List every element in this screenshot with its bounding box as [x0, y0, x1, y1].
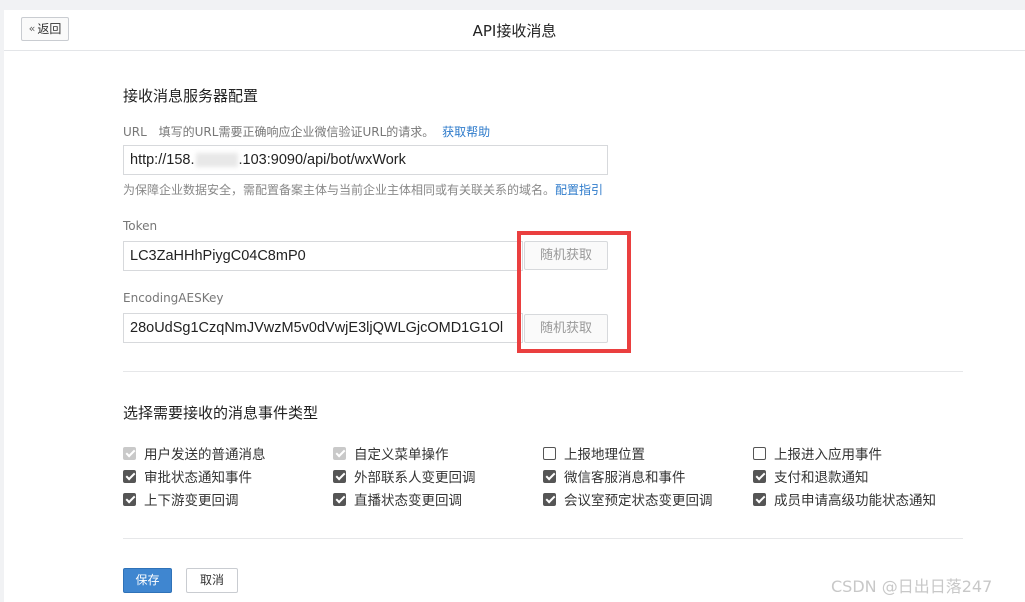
- top-bar: « 返回 API接收消息: [4, 10, 1025, 51]
- checkbox[interactable]: [123, 469, 136, 483]
- url-label-row: URL 填写的URL需要正确响应企业微信验证URL的请求。 获取帮助: [123, 123, 490, 140]
- watermark: CSDN @日出日落247: [831, 577, 993, 596]
- url-hint-text: 为保障企业数据安全，需配置备案主体与当前企业主体相同或有关联关系的域名。: [123, 183, 556, 197]
- checkbox-label: 微信客服消息和事件: [564, 470, 686, 486]
- settings-panel: « 返回 API接收消息 接收消息服务器配置 URL 填写的URL需要正确响应企…: [4, 10, 1025, 602]
- event-checkbox-item[interactable]: 上报地理位置: [543, 443, 645, 463]
- checkbox: [123, 446, 136, 460]
- checkbox-label: 上报地理位置: [564, 447, 645, 463]
- page-title: API接收消息: [472, 22, 557, 40]
- event-types-title: 选择需要接收的消息事件类型: [123, 404, 319, 422]
- divider: [123, 371, 963, 372]
- url-value-suffix: .103:9090/api/bot/wxWork: [238, 152, 406, 168]
- checkbox-label: 会议室预定状态变更回调: [564, 493, 713, 509]
- checkbox-label: 外部联系人变更回调: [354, 470, 476, 486]
- event-checkbox-item[interactable]: 上下游变更回调: [123, 489, 239, 509]
- checkbox[interactable]: [543, 446, 556, 460]
- checkbox: [333, 446, 346, 460]
- redacted-blur: [195, 153, 238, 168]
- token-input[interactable]: LC3ZaHHhPiygC04C8mP0: [123, 241, 523, 271]
- config-guide-link[interactable]: 配置指引: [555, 183, 603, 197]
- event-checkbox-item[interactable]: 外部联系人变更回调: [333, 466, 476, 486]
- event-checkbox-item[interactable]: 成员申请高级功能状态通知: [753, 489, 936, 509]
- aes-key-input[interactable]: 28oUdSg1CzqNmJVwzM5v0dVwjE3ljQWLGjcOMD1G…: [123, 313, 523, 343]
- divider: [123, 538, 963, 539]
- checkbox-label: 成员申请高级功能状态通知: [774, 493, 936, 509]
- checkbox[interactable]: [753, 492, 766, 506]
- checkbox[interactable]: [543, 492, 556, 506]
- checkbox[interactable]: [333, 492, 346, 506]
- event-checkbox-item: 自定义菜单操作: [333, 443, 449, 463]
- help-link[interactable]: 获取帮助: [442, 125, 490, 139]
- checkbox-label: 自定义菜单操作: [354, 447, 449, 463]
- url-label: URL: [123, 125, 147, 139]
- event-checkbox-item: 用户发送的普通消息: [123, 443, 266, 463]
- aes-key-label: EncodingAESKey: [123, 291, 224, 305]
- checkbox[interactable]: [753, 469, 766, 483]
- url-input[interactable]: http://158. .103:9090/api/bot/wxWork: [123, 145, 608, 175]
- checkbox-label: 支付和退款通知: [774, 470, 869, 486]
- checkbox-label: 上下游变更回调: [144, 493, 239, 509]
- event-checkbox-item[interactable]: 上报进入应用事件: [753, 443, 882, 463]
- checkbox-label: 审批状态通知事件: [144, 470, 252, 486]
- annotation-highlight-box: [517, 231, 631, 353]
- url-desc: 填写的URL需要正确响应企业微信验证URL的请求。: [158, 125, 435, 139]
- event-checkbox-item[interactable]: 会议室预定状态变更回调: [543, 489, 713, 509]
- checkbox[interactable]: [333, 469, 346, 483]
- event-checkbox-item[interactable]: 直播状态变更回调: [333, 489, 462, 509]
- cancel-button[interactable]: 取消: [186, 568, 238, 593]
- server-config-title: 接收消息服务器配置: [123, 87, 259, 105]
- url-hint: 为保障企业数据安全，需配置备案主体与当前企业主体相同或有关联关系的域名。配置指引: [123, 181, 603, 198]
- event-checkbox-item[interactable]: 审批状态通知事件: [123, 466, 252, 486]
- checkbox-label: 直播状态变更回调: [354, 493, 462, 509]
- token-label: Token: [123, 219, 158, 233]
- checkbox-label: 上报进入应用事件: [774, 447, 882, 463]
- checkbox[interactable]: [543, 469, 556, 483]
- checkbox-label: 用户发送的普通消息: [144, 447, 266, 463]
- checkbox[interactable]: [123, 492, 136, 506]
- event-checkbox-item[interactable]: 微信客服消息和事件: [543, 466, 686, 486]
- save-button[interactable]: 保存: [123, 568, 172, 593]
- url-value-prefix: http://158.: [130, 152, 195, 168]
- event-checkbox-item[interactable]: 支付和退款通知: [753, 466, 869, 486]
- checkbox[interactable]: [753, 446, 766, 460]
